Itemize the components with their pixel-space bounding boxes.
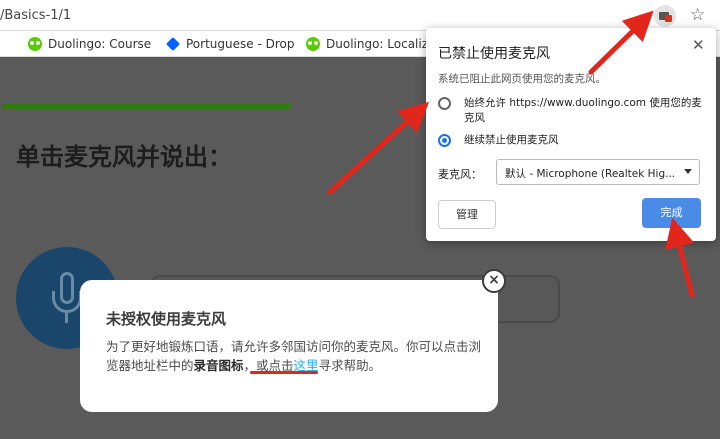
- popup-subtitle: 系统已阻止此网页使用您的麦克风。: [438, 73, 606, 85]
- block-radio[interactable]: [438, 134, 451, 147]
- mic-permission-popup: 已禁止使用麦克风 ✕ 系统已阻止此网页使用您的麦克风。 始终允许 https:/…: [426, 28, 716, 241]
- dialog-title: 未授权使用麦克风: [106, 310, 227, 328]
- bookmark-star-icon[interactable]: ☆: [690, 4, 705, 26]
- bookmark-item[interactable]: Portuguese - Dropbo: [166, 36, 294, 52]
- microphone-select-value: 默认 - Microphone (Realtek Hig...: [505, 168, 676, 180]
- allow-radio-label[interactable]: 始终允许 https://www.duolingo.com 使用您的麦 克风: [464, 96, 702, 126]
- duolingo-owl-icon: [28, 37, 42, 51]
- bookmark-label: Duolingo: Localizati: [326, 37, 434, 51]
- mic-blocked-icon[interactable]: [654, 5, 676, 27]
- block-radio-label[interactable]: 继续禁止使用麦克风: [464, 133, 559, 148]
- dropbox-icon: [166, 37, 180, 51]
- url-text[interactable]: /Basics-1/1: [0, 8, 71, 23]
- bookmark-label: Duolingo: Course Edi: [48, 37, 156, 51]
- dialog-body: 为了更好地锻炼口语，请允许多邻国访问你的麦克风。你可以点击浏览器地址栏中的录音图…: [106, 339, 482, 373]
- annotation-underline: [250, 371, 318, 374]
- microphone-select[interactable]: 默认 - Microphone (Realtek Hig...: [496, 159, 700, 185]
- address-bar[interactable]: /Basics-1/1 ☆: [0, 0, 720, 31]
- chevron-down-icon: [684, 169, 692, 174]
- allow-radio[interactable]: [438, 97, 451, 110]
- challenge-prompt: 单击麦克风并说出：: [16, 143, 232, 171]
- microphone-label: 麦克风：: [438, 168, 482, 181]
- bookmark-item[interactable]: Duolingo: Localizati: [306, 36, 434, 52]
- close-icon[interactable]: ✕: [692, 36, 705, 54]
- mic-unauthorized-dialog: 未授权使用麦克风 为了更好地锻炼口语，请允许多邻国访问你的麦克风。你可以点击浏览…: [80, 280, 498, 412]
- lesson-progress-bar: [2, 103, 292, 109]
- dialog-close-icon[interactable]: ×: [482, 269, 506, 293]
- bookmark-label: Portuguese - Dropbo: [186, 37, 294, 51]
- record-icon-text: 录音图标: [193, 358, 244, 373]
- bookmark-item[interactable]: Duolingo: Course Edi: [28, 36, 156, 52]
- popup-title: 已禁止使用麦克风: [438, 46, 550, 62]
- duolingo-owl-icon: [306, 37, 320, 51]
- done-button[interactable]: 完成: [642, 198, 701, 228]
- manage-button[interactable]: 管理: [438, 200, 496, 229]
